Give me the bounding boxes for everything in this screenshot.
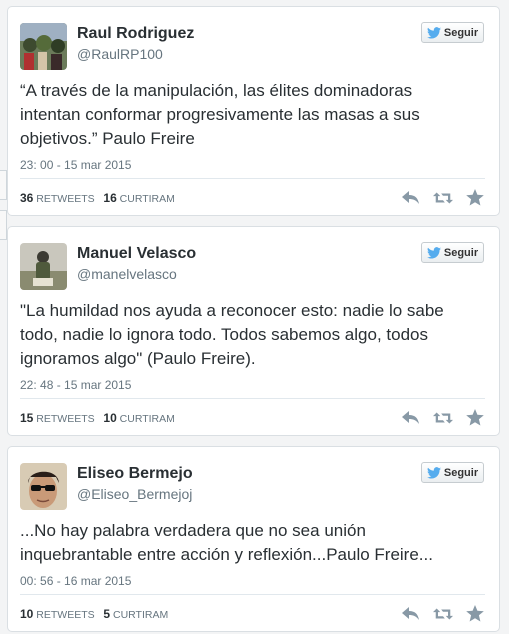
reply-icon[interactable] [401, 409, 421, 427]
author-name[interactable]: Raul Rodriguez [77, 25, 194, 43]
tweet-timestamp[interactable]: 22: 48 - 15 mar 2015 [20, 378, 131, 392]
retweet-icon[interactable] [433, 409, 453, 427]
tweet-actions [401, 189, 485, 207]
tweet-card: Manuel Velasco @manelvelasco Seguir "La … [7, 226, 500, 436]
author-handle[interactable]: @RaulRP100 [77, 46, 163, 62]
follow-button[interactable]: Seguir [421, 462, 484, 483]
like-label[interactable]: CURTIRAM [120, 413, 175, 425]
retweet-count[interactable]: 15 [20, 411, 33, 425]
twitter-bird-icon [426, 466, 441, 479]
follow-button[interactable]: Seguir [421, 242, 484, 263]
tweet-card: Eliseo Bermejo @Eliseo_Bermejoj Seguir .… [7, 446, 500, 632]
retweet-count[interactable]: 36 [20, 191, 33, 205]
follow-button-label: Seguir [443, 26, 479, 39]
window-edge-handle [0, 210, 7, 240]
window-edge-handle [0, 170, 7, 200]
author-handle[interactable]: @Eliseo_Bermejoj [77, 486, 192, 502]
favorite-star-icon[interactable] [465, 605, 485, 623]
author-name[interactable]: Eliseo Bermejo [77, 465, 193, 483]
avatar[interactable] [20, 243, 67, 290]
author-handle[interactable]: @manelvelasco [77, 266, 177, 282]
like-count[interactable]: 16 [103, 191, 116, 205]
like-count[interactable]: 5 [103, 607, 110, 621]
favorite-star-icon[interactable] [465, 409, 485, 427]
follow-button-label: Seguir [443, 466, 479, 479]
follow-button-label: Seguir [443, 246, 479, 259]
like-count[interactable]: 10 [103, 411, 116, 425]
reply-icon[interactable] [401, 605, 421, 623]
tweet-card: Raul Rodriguez @RaulRP100 Seguir “A trav… [7, 6, 500, 216]
retweet-icon[interactable] [433, 189, 453, 207]
tweet-actions [401, 409, 485, 427]
tweet-actions [401, 605, 485, 623]
retweet-label[interactable]: RETWEETS [36, 413, 94, 425]
divider [20, 178, 485, 179]
follow-button[interactable]: Seguir [421, 22, 484, 43]
divider [20, 398, 485, 399]
twitter-bird-icon [426, 26, 441, 39]
like-label[interactable]: CURTIRAM [113, 609, 168, 621]
tweet-stats: 15 RETWEETS 10 CURTIRAM [20, 411, 175, 425]
tweet-text: “A través de la manipulación, las élites… [20, 81, 420, 148]
tweet-stats: 10 RETWEETS 5 CURTIRAM [20, 607, 168, 621]
retweet-label[interactable]: RETWEETS [36, 193, 94, 205]
tweet-stats: 36 RETWEETS 16 CURTIRAM [20, 191, 175, 205]
twitter-bird-icon [426, 246, 441, 259]
tweet-timestamp[interactable]: 00: 56 - 16 mar 2015 [20, 574, 131, 588]
avatar[interactable] [20, 23, 67, 70]
avatar[interactable] [20, 463, 67, 510]
favorite-star-icon[interactable] [465, 189, 485, 207]
divider [20, 594, 485, 595]
author-name[interactable]: Manuel Velasco [77, 245, 196, 263]
tweet-text: ...No hay palabra verdadera que no sea u… [20, 521, 433, 564]
retweet-icon[interactable] [433, 605, 453, 623]
retweet-count[interactable]: 10 [20, 607, 33, 621]
tweet-text: "La humildad nos ayuda a reconocer esto:… [20, 301, 444, 368]
reply-icon[interactable] [401, 189, 421, 207]
retweet-label[interactable]: RETWEETS [36, 609, 94, 621]
tweet-timestamp[interactable]: 23: 00 - 15 mar 2015 [20, 158, 131, 172]
like-label[interactable]: CURTIRAM [120, 193, 175, 205]
